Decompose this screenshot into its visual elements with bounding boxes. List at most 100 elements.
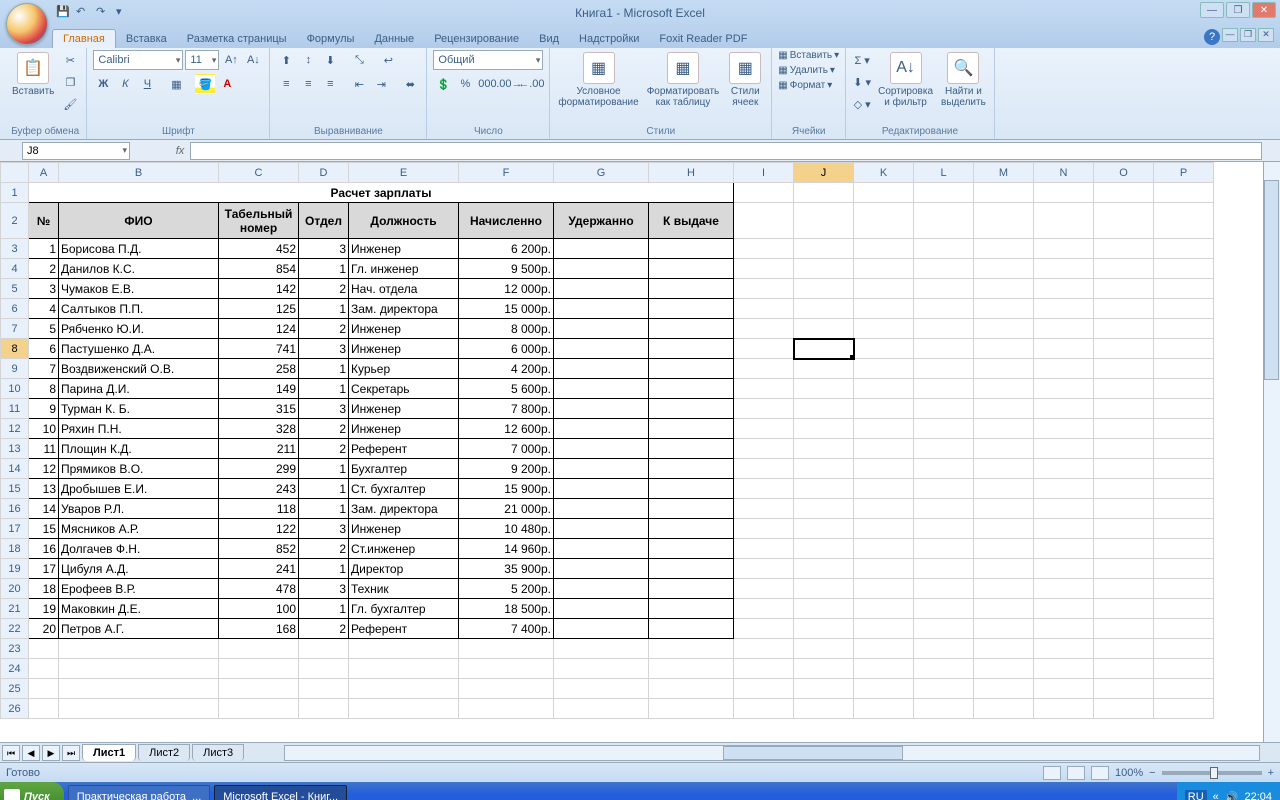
- cell[interactable]: 10 480р.: [459, 519, 554, 539]
- cell[interactable]: [59, 659, 219, 679]
- column-header[interactable]: P: [1154, 163, 1214, 183]
- cell[interactable]: Турман К. Б.: [59, 399, 219, 419]
- cell[interactable]: [794, 459, 854, 479]
- page-layout-view-button[interactable]: [1067, 766, 1085, 780]
- tray-icon[interactable]: 🔊: [1225, 791, 1239, 800]
- cell[interactable]: Петров А.Г.: [59, 619, 219, 639]
- language-indicator[interactable]: RU: [1185, 790, 1207, 800]
- cell[interactable]: [1154, 183, 1214, 203]
- cell[interactable]: 1: [299, 559, 349, 579]
- cell[interactable]: [219, 699, 299, 719]
- row-header[interactable]: 21: [1, 599, 29, 619]
- cell[interactable]: [914, 279, 974, 299]
- copy-button[interactable]: ❐: [60, 72, 80, 92]
- cell[interactable]: [734, 419, 794, 439]
- cell[interactable]: [1094, 479, 1154, 499]
- cell[interactable]: [794, 619, 854, 639]
- cell[interactable]: [1154, 679, 1214, 699]
- cell[interactable]: [29, 639, 59, 659]
- row-header[interactable]: 20: [1, 579, 29, 599]
- cell[interactable]: [1154, 339, 1214, 359]
- cell[interactable]: 1: [299, 599, 349, 619]
- taskbar-item[interactable]: Microsoft Excel - Книг...: [214, 785, 347, 800]
- cell[interactable]: [1094, 379, 1154, 399]
- cell[interactable]: [554, 259, 649, 279]
- align-middle-button[interactable]: ↕: [298, 50, 318, 70]
- cell[interactable]: [1034, 399, 1094, 419]
- start-button[interactable]: Пуск: [0, 782, 64, 800]
- cell[interactable]: [1094, 419, 1154, 439]
- cell[interactable]: [974, 399, 1034, 419]
- cell[interactable]: [854, 539, 914, 559]
- cell[interactable]: [854, 319, 914, 339]
- italic-button[interactable]: К: [115, 74, 135, 94]
- row-header[interactable]: 19: [1, 559, 29, 579]
- cell[interactable]: [794, 183, 854, 203]
- row-header[interactable]: 7: [1, 319, 29, 339]
- save-icon[interactable]: 💾: [56, 5, 72, 21]
- cell[interactable]: [734, 239, 794, 259]
- cell[interactable]: [734, 459, 794, 479]
- cell[interactable]: [554, 639, 649, 659]
- cell[interactable]: Прямиков В.О.: [59, 459, 219, 479]
- cell[interactable]: [914, 459, 974, 479]
- cell[interactable]: [554, 319, 649, 339]
- cell[interactable]: Инженер: [349, 319, 459, 339]
- cell[interactable]: Начисленно: [459, 203, 554, 239]
- cell[interactable]: 1: [299, 259, 349, 279]
- cell[interactable]: [554, 599, 649, 619]
- cell[interactable]: [1034, 183, 1094, 203]
- cell[interactable]: [794, 339, 854, 359]
- cell[interactable]: Мясников А.Р.: [59, 519, 219, 539]
- cell[interactable]: 8 000р.: [459, 319, 554, 339]
- column-header[interactable]: G: [554, 163, 649, 183]
- cell[interactable]: [1034, 259, 1094, 279]
- help-icon[interactable]: ?: [1204, 29, 1220, 45]
- cell[interactable]: Инженер: [349, 519, 459, 539]
- cell[interactable]: 328: [219, 419, 299, 439]
- cell[interactable]: [794, 699, 854, 719]
- row-header[interactable]: 1: [1, 183, 29, 203]
- cell[interactable]: [854, 459, 914, 479]
- cell[interactable]: [854, 639, 914, 659]
- wrap-text-button[interactable]: ↩: [378, 50, 398, 70]
- cell[interactable]: [734, 339, 794, 359]
- cell[interactable]: [854, 359, 914, 379]
- cell[interactable]: [734, 659, 794, 679]
- cell[interactable]: [554, 679, 649, 699]
- cell[interactable]: 2: [299, 439, 349, 459]
- cell[interactable]: [1034, 339, 1094, 359]
- cell[interactable]: Цибуля А.Д.: [59, 559, 219, 579]
- cell[interactable]: 3: [299, 519, 349, 539]
- cell[interactable]: [649, 559, 734, 579]
- cell[interactable]: Инженер: [349, 239, 459, 259]
- cell[interactable]: [1094, 299, 1154, 319]
- find-select-button[interactable]: 🔍Найти и выделить: [939, 50, 988, 110]
- cell[interactable]: 854: [219, 259, 299, 279]
- cell[interactable]: 142: [219, 279, 299, 299]
- cell[interactable]: ФИО: [59, 203, 219, 239]
- cell[interactable]: [854, 439, 914, 459]
- mdi-close-button[interactable]: ✕: [1258, 28, 1274, 42]
- cell[interactable]: [1154, 659, 1214, 679]
- cell[interactable]: [1094, 599, 1154, 619]
- cell[interactable]: Отдел: [299, 203, 349, 239]
- cell[interactable]: [1154, 279, 1214, 299]
- cell[interactable]: 19: [29, 599, 59, 619]
- cell[interactable]: Техник: [349, 579, 459, 599]
- cell[interactable]: [299, 659, 349, 679]
- cell[interactable]: 2: [299, 539, 349, 559]
- row-header[interactable]: 18: [1, 539, 29, 559]
- cell[interactable]: Директор: [349, 559, 459, 579]
- cell[interactable]: [734, 183, 794, 203]
- sheet-tab[interactable]: Лист3: [192, 744, 244, 761]
- cell[interactable]: [1094, 239, 1154, 259]
- cell[interactable]: [794, 203, 854, 239]
- close-button[interactable]: ✕: [1252, 2, 1276, 18]
- align-bottom-button[interactable]: ⬇: [320, 50, 340, 70]
- formula-input[interactable]: [190, 142, 1262, 160]
- column-header[interactable]: N: [1034, 163, 1094, 183]
- cell[interactable]: 1: [299, 379, 349, 399]
- cell[interactable]: [734, 279, 794, 299]
- cell[interactable]: [1154, 439, 1214, 459]
